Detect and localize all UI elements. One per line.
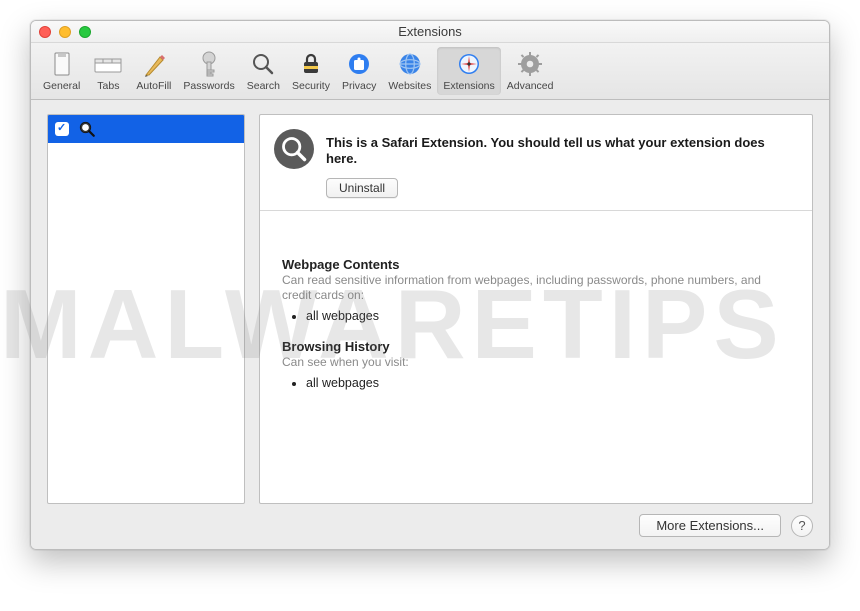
tab-label: AutoFill bbox=[136, 80, 171, 92]
websites-icon bbox=[395, 49, 425, 79]
search-icon bbox=[248, 49, 278, 79]
tab-label: General bbox=[43, 80, 80, 92]
tab-privacy[interactable]: Privacy bbox=[336, 47, 382, 95]
extension-description: This is a Safari Extension. You should t… bbox=[326, 135, 796, 168]
tab-passwords[interactable]: Passwords bbox=[177, 47, 240, 95]
extension-item-icon bbox=[77, 119, 97, 139]
perm-webpage-desc: Can read sensitive information from webp… bbox=[282, 273, 790, 303]
tab-label: Websites bbox=[388, 80, 431, 92]
detail-header: This is a Safari Extension. You should t… bbox=[260, 115, 812, 211]
preferences-toolbar: General Tabs AutoFill Passwords Search bbox=[31, 43, 829, 100]
perm-history-desc: Can see when you visit: bbox=[282, 355, 790, 370]
tab-autofill[interactable]: AutoFill bbox=[130, 47, 177, 95]
autofill-icon bbox=[139, 49, 169, 79]
tabs-icon bbox=[93, 49, 123, 79]
extension-detail-pane: This is a Safari Extension. You should t… bbox=[259, 114, 813, 504]
permissions-section: Webpage Contents Can read sensitive info… bbox=[260, 211, 812, 416]
tab-security[interactable]: Security bbox=[286, 47, 336, 95]
tab-extensions[interactable]: Extensions bbox=[437, 47, 500, 95]
perm-item: all webpages bbox=[306, 376, 790, 390]
extension-enabled-checkbox[interactable] bbox=[55, 122, 69, 136]
extension-detail-icon bbox=[274, 129, 314, 169]
tab-tabs[interactable]: Tabs bbox=[86, 47, 130, 95]
preferences-window: Extensions General Tabs AutoFill Passwor… bbox=[30, 20, 830, 550]
tab-search[interactable]: Search bbox=[241, 47, 286, 95]
perm-item: all webpages bbox=[306, 309, 790, 323]
tab-label: Search bbox=[247, 80, 280, 92]
footer: More Extensions... ? bbox=[47, 514, 813, 537]
help-button[interactable]: ? bbox=[791, 515, 813, 537]
more-extensions-button[interactable]: More Extensions... bbox=[639, 514, 781, 537]
tab-label: Advanced bbox=[507, 80, 554, 92]
extensions-icon bbox=[454, 49, 484, 79]
tab-general[interactable]: General bbox=[37, 47, 86, 95]
general-icon bbox=[47, 49, 77, 79]
tab-label: Passwords bbox=[183, 80, 234, 92]
tab-label: Privacy bbox=[342, 80, 376, 92]
tab-label: Security bbox=[292, 80, 330, 92]
extensions-sidebar bbox=[47, 114, 245, 504]
security-icon bbox=[296, 49, 326, 79]
perm-history-title: Browsing History bbox=[282, 339, 790, 354]
window-title: Extensions bbox=[31, 24, 829, 39]
perm-webpage-title: Webpage Contents bbox=[282, 257, 790, 272]
tab-advanced[interactable]: Advanced bbox=[501, 47, 560, 95]
tab-label: Tabs bbox=[97, 80, 119, 92]
gear-icon bbox=[515, 49, 545, 79]
titlebar: Extensions bbox=[31, 21, 829, 43]
extension-list-item[interactable] bbox=[48, 115, 244, 143]
privacy-icon bbox=[344, 49, 374, 79]
passwords-icon bbox=[194, 49, 224, 79]
tab-websites[interactable]: Websites bbox=[382, 47, 437, 95]
content-area: This is a Safari Extension. You should t… bbox=[31, 100, 829, 549]
uninstall-button[interactable]: Uninstall bbox=[326, 178, 398, 198]
tab-label: Extensions bbox=[443, 80, 494, 92]
